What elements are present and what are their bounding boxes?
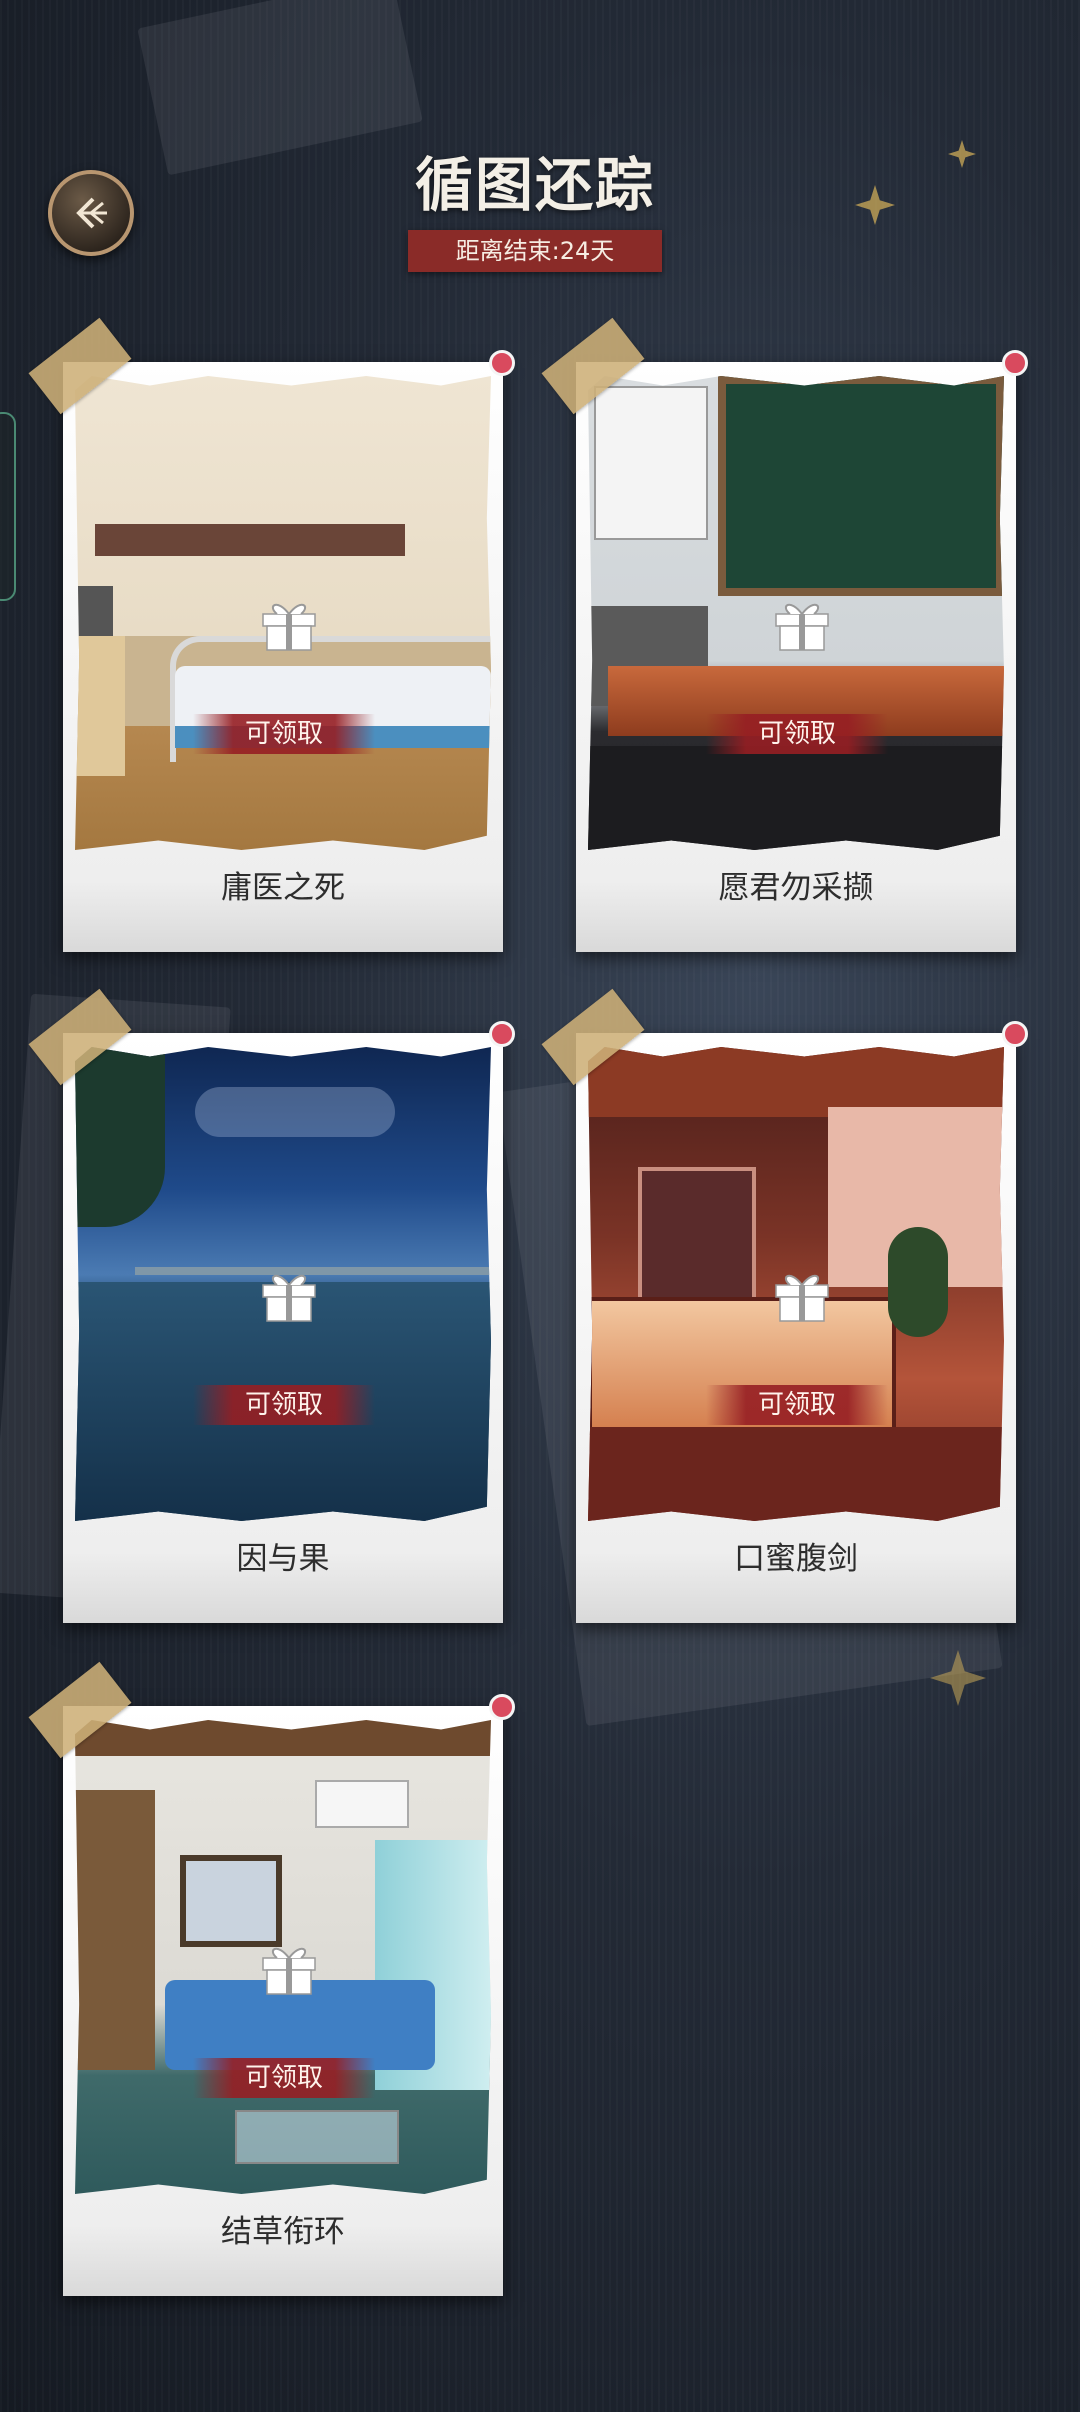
claim-label[interactable]: 可领取 <box>193 714 375 754</box>
case-card[interactable]: 可领取 愿君勿采撷 <box>541 317 1028 952</box>
page-header: 循图还踪 距离结束:24天 <box>395 150 675 272</box>
sparkle-decoration <box>948 140 976 168</box>
scene-image: 可领取 <box>588 1047 1004 1521</box>
countdown-badge: 距离结束:24天 <box>407 230 663 272</box>
scene-image: 可领取 <box>75 1720 491 2194</box>
case-card[interactable]: 可领取 庸医之死 <box>28 317 515 952</box>
case-title: 结草衔环 <box>221 2214 345 2250</box>
case-card[interactable]: 可领取 口蜜腹剑 <box>541 988 1028 1623</box>
notification-dot <box>1002 1021 1028 1047</box>
gift-icon <box>262 1947 316 1995</box>
gift-icon <box>262 603 316 651</box>
scene-image: 可领取 <box>588 376 1004 850</box>
gift-icon <box>775 603 829 651</box>
gift-icon <box>262 1274 316 1322</box>
notification-dot <box>489 1021 515 1047</box>
background-paper <box>137 0 423 176</box>
notification-dot <box>489 1694 515 1720</box>
notification-dot <box>489 350 515 376</box>
sparkle-decoration <box>855 185 895 225</box>
scene-image: 可领取 <box>75 376 491 850</box>
case-title: 愿君勿采撷 <box>718 870 874 906</box>
scene-image: 可领取 <box>75 1047 491 1521</box>
back-arrow-icon <box>76 197 107 229</box>
claim-label[interactable]: 可领取 <box>193 2058 375 2098</box>
case-card[interactable]: 可领取 因与果 <box>28 988 515 1623</box>
case-card[interactable]: 可领取 结草衔环 <box>28 1661 515 2296</box>
claim-label[interactable]: 可领取 <box>193 1385 375 1425</box>
notification-dot <box>1002 350 1028 376</box>
case-title: 因与果 <box>236 1541 330 1577</box>
case-title: 口蜜腹剑 <box>734 1541 858 1577</box>
gift-icon <box>775 1274 829 1322</box>
side-drawer-tab[interactable] <box>0 412 16 601</box>
case-title: 庸医之死 <box>221 870 345 906</box>
claim-label[interactable]: 可领取 <box>706 714 888 754</box>
claim-label[interactable]: 可领取 <box>706 1385 888 1425</box>
back-button[interactable] <box>48 170 134 256</box>
page-title: 循图还踪 <box>414 151 655 219</box>
